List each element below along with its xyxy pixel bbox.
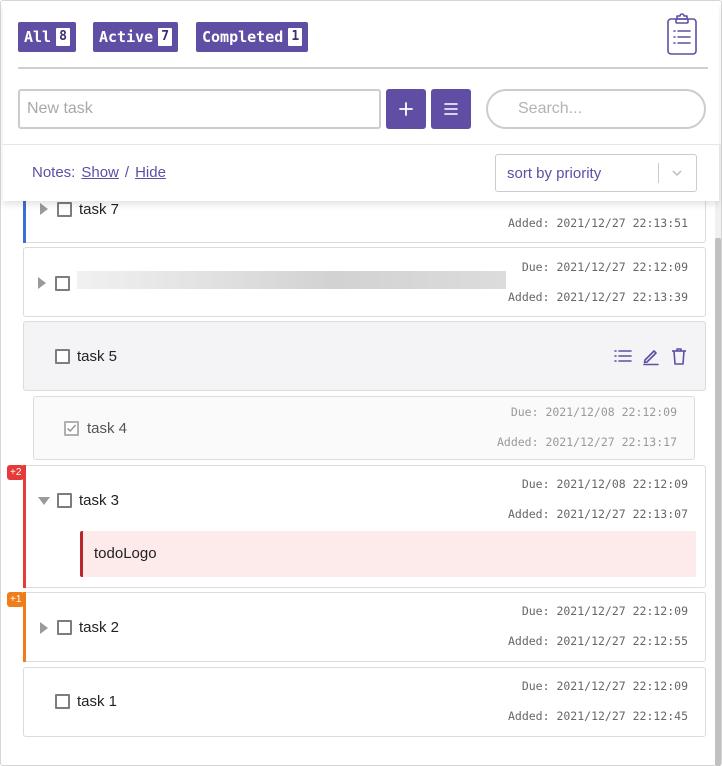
redacted-task-name [77,271,506,289]
filter-active-button[interactable]: Active 7 [93,22,179,52]
task-due-date: Due: 2021/12/08 22:12:09 [510,405,677,419]
plus-icon [399,102,413,116]
task-checkbox-checked[interactable] [64,421,79,436]
expand-caret-icon[interactable] [40,622,48,634]
task-item-2[interactable]: task 2 Due: 2021/12/27 22:12:09 Added: 2… [23,592,706,662]
task-due-date: Due: 2021/12/27 22:12:09 [521,604,688,618]
menu-icon [444,103,458,115]
filter-count: 1 [288,28,303,46]
task-due-date: Due: 2021/12/08 22:12:09 [521,477,688,491]
task-added-date: Added: 2021/12/27 22:12:45 [507,709,688,723]
add-task-button[interactable] [386,89,426,129]
sort-selected-value: sort by priority [507,164,602,182]
filter-label: All [24,28,52,46]
task-due-date: Due: 2021/12/27 22:12:09 [521,260,688,274]
expand-caret-icon[interactable] [38,277,46,289]
notes-toggle: Notes: Show / Hide [32,164,166,181]
app-window: task 7 Added: 2021/12/27 22:13:51 Due: 2… [0,0,722,766]
filter-completed-button[interactable]: Completed 1 [196,22,309,52]
task-checkbox[interactable] [57,620,72,635]
task-name: task 4 [87,420,128,437]
task-due-date: Due: 2021/12/27 22:12:09 [521,679,688,693]
task-note: todoLogo [80,531,696,577]
task-item-5[interactable]: task 5 [23,321,706,391]
task-added-date: Added: 2021/12/27 22:13:51 [507,216,688,230]
task-checkbox[interactable] [55,276,70,291]
task-item-1[interactable]: task 1 Due: 2021/12/27 22:12:09 Added: 2… [23,667,706,737]
filter-all-button[interactable]: All 8 [18,22,77,52]
filter-label: Active [99,28,154,46]
priority-accent [23,465,26,588]
clipboard-list-icon[interactable] [667,13,697,55]
search-input[interactable] [486,89,706,129]
filter-count: 8 [56,28,71,46]
scrollbar-thumb[interactable] [715,238,721,766]
task-item-6[interactable]: Due: 2021/12/27 22:12:09 Added: 2021/12/… [23,247,706,317]
task-note-text: todoLogo [94,545,157,562]
task-checkbox[interactable] [57,202,72,217]
task-checkbox[interactable] [57,493,72,508]
notes-show-link[interactable]: Show [81,164,119,181]
task-checkbox[interactable] [55,694,70,709]
notes-label: Notes: [32,164,76,181]
notes-hide-link[interactable]: Hide [135,164,166,181]
notes-separator: / [124,164,130,181]
task-name: task 2 [79,619,120,636]
task-name: task 3 [79,492,120,509]
menu-button[interactable] [431,89,471,129]
filter-count: 7 [158,28,173,46]
checkmark-icon [66,424,77,433]
priority-badge: +1 [7,592,25,607]
task-name: task 1 [77,693,118,710]
scrollbar[interactable] [715,144,721,766]
sort-divider [658,163,659,183]
header-divider [18,67,708,69]
task-added-date: Added: 2021/12/27 22:12:55 [507,634,688,648]
task-added-date: Added: 2021/12/27 22:13:17 [496,435,677,449]
task-name: task 5 [77,348,118,365]
trash-icon[interactable] [669,346,689,366]
task-name: task 7 [79,201,120,218]
expand-caret-icon[interactable] [40,203,48,215]
filter-label: Completed [202,28,284,46]
edit-icon[interactable] [641,346,661,366]
task-checkbox[interactable] [55,349,70,364]
task-item-3[interactable]: task 3 Due: 2021/12/08 22:12:09 Added: 2… [23,465,706,588]
sort-select[interactable]: sort by priority [495,154,697,192]
header-separator [3,144,719,145]
new-task-input[interactable] [18,89,381,129]
task-added-date: Added: 2021/12/27 22:13:39 [507,290,688,304]
header: All 8 Active 7 Completed 1 New task Sear… [3,3,719,201]
task-item-4[interactable]: task 4 Due: 2021/12/08 22:12:09 Added: 2… [33,396,695,460]
list-icon[interactable] [613,346,633,366]
priority-badge: +2 [7,465,25,480]
task-added-date: Added: 2021/12/27 22:13:07 [507,507,688,521]
chevron-down-icon[interactable] [671,167,683,179]
collapse-caret-icon[interactable] [38,497,50,505]
